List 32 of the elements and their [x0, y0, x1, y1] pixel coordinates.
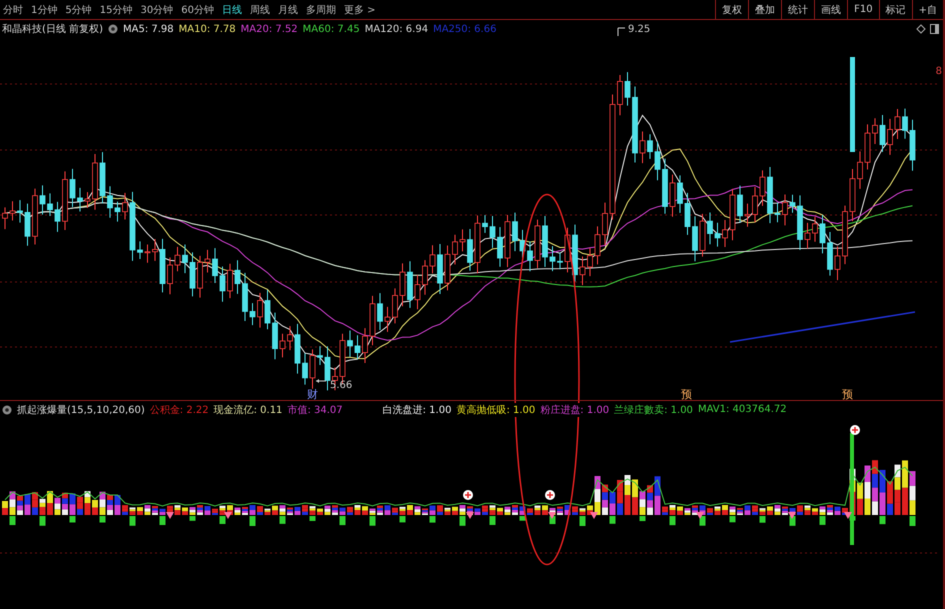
- moving-average-value: MA10: 7.78: [178, 24, 236, 34]
- period-tab[interactable]: 1分钟: [31, 2, 58, 16]
- indicator-title: 抓起涨爆量(15,5,10,20,60): [17, 404, 145, 416]
- period-tab[interactable]: 月线: [278, 2, 298, 16]
- indicator-value: 现金流亿: 0.11: [214, 402, 282, 416]
- event-marker[interactable]: 财: [307, 388, 318, 400]
- indicator-value: 黄高抛低吸: 1.00: [456, 402, 536, 416]
- moving-average-value: MA250: 6.66: [433, 24, 496, 34]
- event-marker[interactable]: 预: [842, 388, 853, 400]
- high-price-label: 9.25: [628, 24, 650, 35]
- period-tab[interactable]: 分时: [3, 2, 23, 16]
- indicator-value: 兰绿庄數卖: 1.00: [614, 402, 693, 416]
- moving-average-value: MA120: 6.94: [364, 24, 428, 34]
- period-tab[interactable]: 周线: [250, 2, 270, 16]
- indicator-value: 公积金: 2.22: [150, 402, 209, 416]
- period-tab[interactable]: 更多 >: [344, 2, 376, 16]
- indicator-value: 市值: 34.07: [287, 402, 343, 416]
- period-tab[interactable]: 30分钟: [140, 2, 174, 16]
- moving-average-value: MA5: 7.98: [122, 24, 174, 34]
- moving-average-value: MA60: 7.45: [302, 24, 360, 34]
- period-tab[interactable]: 15分钟: [100, 2, 132, 16]
- event-marker[interactable]: 预: [681, 388, 692, 400]
- indicator-value: 白洗盘进: 1.00: [382, 402, 452, 416]
- stock-title: 和晶科技(日线 前复权): [2, 22, 103, 36]
- moving-average-value: MA20: 7.52: [240, 24, 298, 34]
- price-axis-label: 8: [936, 66, 942, 77]
- indicator-value: 粉庄进盘: 1.00: [540, 402, 610, 416]
- period-tab[interactable]: 60分钟: [181, 2, 214, 16]
- period-tab[interactable]: 5分钟: [65, 2, 92, 16]
- period-tab[interactable]: 日线: [222, 2, 242, 16]
- indicator-value: MAV1: 403764.72: [698, 404, 787, 415]
- period-tab[interactable]: 多周期: [306, 2, 336, 16]
